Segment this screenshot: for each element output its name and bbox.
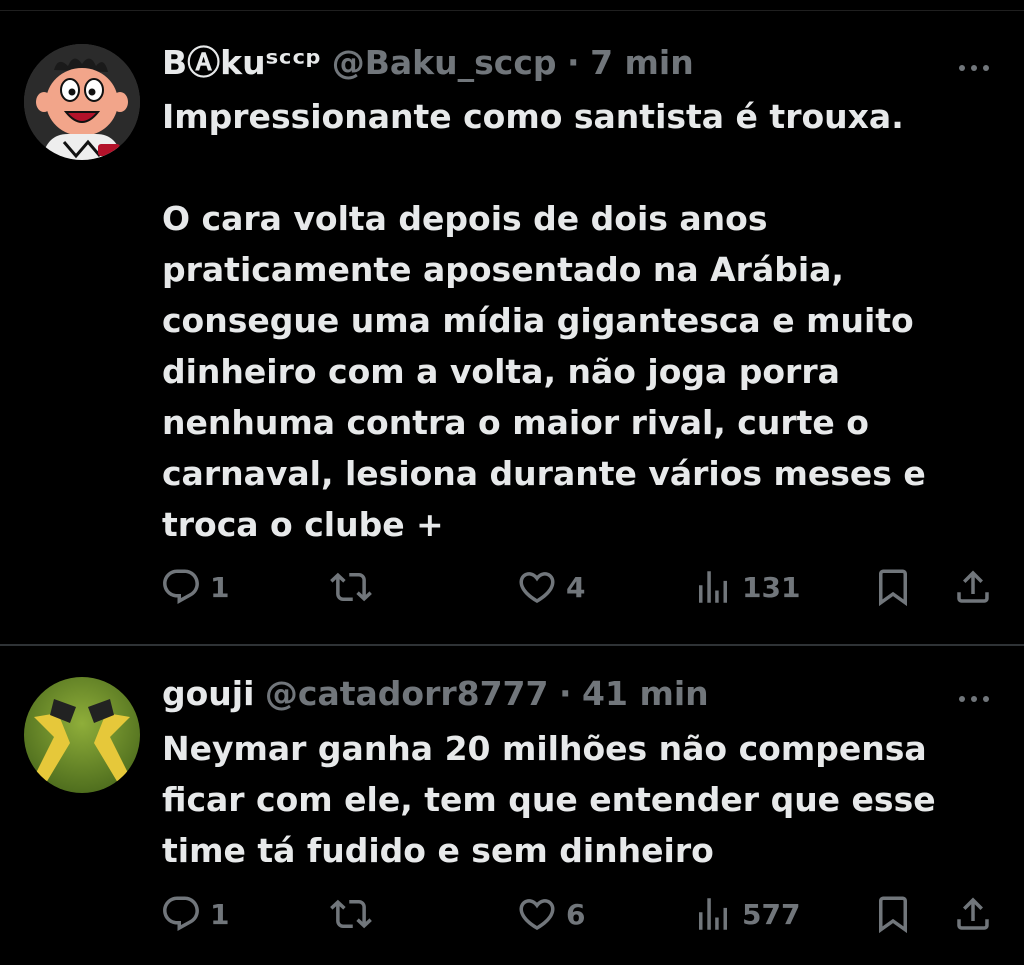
share-button[interactable] [952,563,994,611]
views-count: 131 [742,570,801,604]
avatar[interactable] [24,44,140,160]
bookmark-icon [872,566,914,608]
views-button[interactable]: 131 [692,563,800,611]
action-bar: 1 6 577 [160,890,1000,938]
share-button[interactable] [952,890,994,938]
separator: · [558,674,572,713]
separator: · [567,43,580,82]
reply-icon [160,566,202,608]
handle[interactable]: @catadorr8777 [265,674,549,713]
reply-count: 1 [210,570,230,604]
avatar[interactable] [24,677,140,793]
reply-button[interactable]: 1 [160,563,229,611]
retweet-icon [330,566,372,608]
views-icon [692,566,734,608]
heart-icon [516,566,558,608]
reply-button[interactable]: 1 [160,890,229,938]
retweet-button[interactable] [330,563,372,611]
like-button[interactable]: 6 [516,890,585,938]
tweet-text: Neymar ganha 20 milhões não compensa fic… [162,729,936,870]
tweet-header: BⒶkuˢᶜᶜᵖ @Baku_sccp · 7 min [162,39,994,87]
views-button[interactable]: 577 [692,890,800,938]
tweet-text: Impressionante como santista é trouxa. O… [162,97,926,544]
share-icon [952,893,994,935]
views-icon [692,893,734,935]
display-name[interactable]: BⒶkuˢᶜᶜᵖ [162,43,321,82]
heart-icon [516,893,558,935]
bookmark-icon [872,893,914,935]
like-count: 4 [566,570,586,604]
tweet[interactable]: BⒶkuˢᶜᶜᵖ @Baku_sccp · 7 min Impressionan… [0,11,1024,646]
bookmark-button[interactable] [872,563,914,611]
more-icon[interactable] [954,45,994,71]
share-icon [952,566,994,608]
retweet-icon [330,893,372,935]
display-name[interactable]: gouji [162,674,254,713]
bookmark-button[interactable] [872,890,914,938]
like-count: 6 [566,897,586,931]
reply-count: 1 [210,897,230,931]
views-count: 577 [742,897,801,931]
reply-icon [160,893,202,935]
tweet-header: gouji @catadorr8777 · 41 min [162,670,994,718]
timestamp[interactable]: 41 min [582,674,709,713]
handle[interactable]: @Baku_sccp [332,43,557,82]
tweet[interactable]: gouji @catadorr8777 · 41 min Neymar ganh… [0,646,1024,965]
like-button[interactable]: 4 [516,563,585,611]
top-divider [0,0,1024,11]
action-bar: 1 4 131 [160,563,1000,611]
retweet-button[interactable] [330,890,372,938]
timestamp[interactable]: 7 min [590,43,694,82]
more-icon[interactable] [954,676,994,702]
